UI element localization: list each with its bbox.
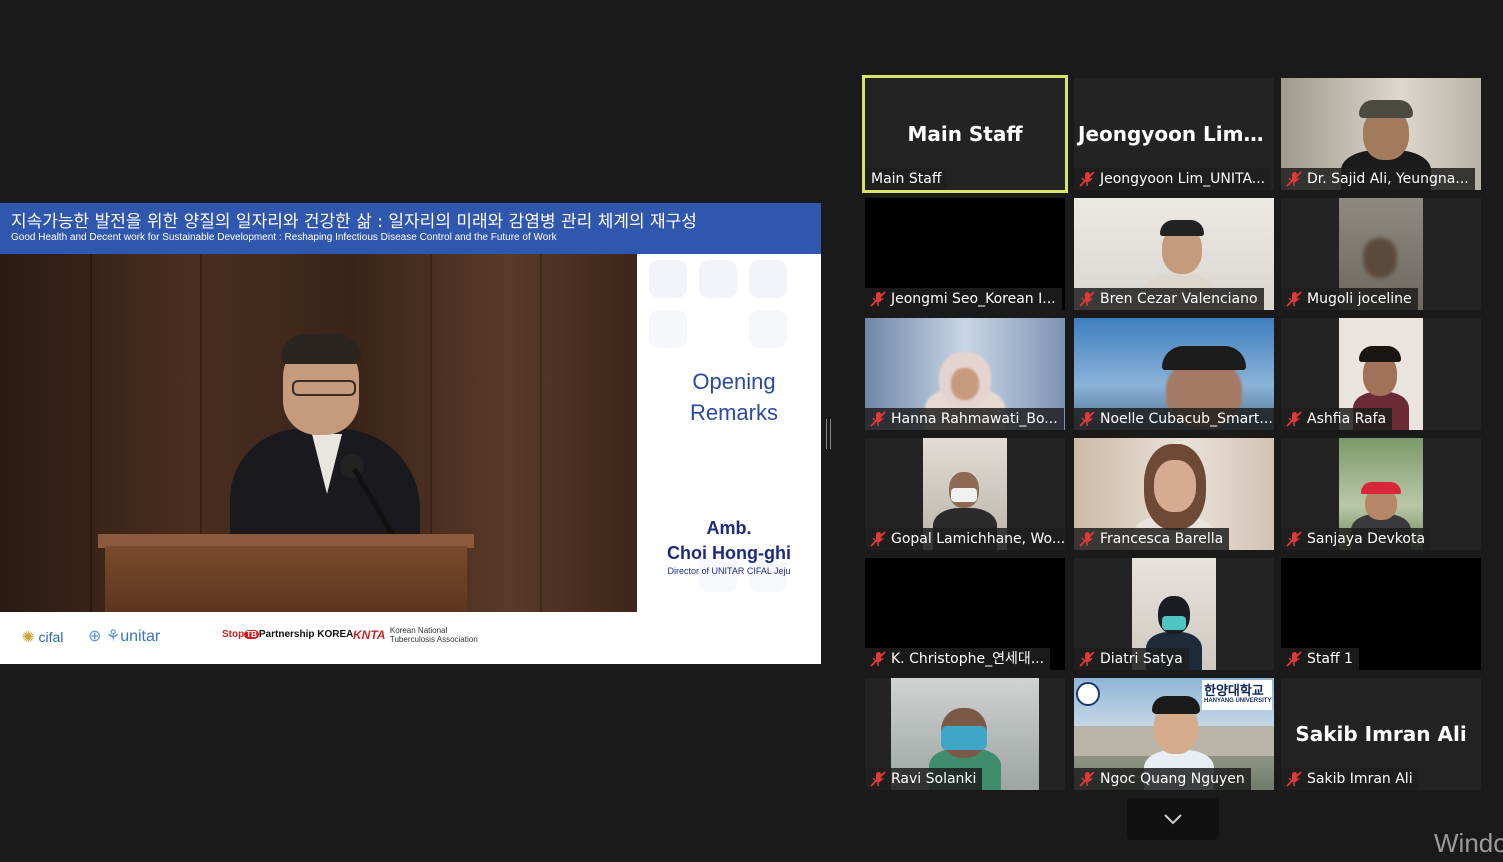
participant-nametag: Mugoli joceline — [1281, 288, 1418, 310]
participant-name: Main Staff — [871, 171, 942, 187]
podium — [105, 546, 467, 612]
participant-name: Staff 1 — [1307, 651, 1353, 667]
participant-nametag: Sakib Imran Ali — [1281, 768, 1419, 790]
participant-tile[interactable]: Ravi Solanki — [865, 678, 1065, 790]
muted-mic-icon — [869, 291, 887, 307]
participant-name: Gopal Lamichhane, Wo... — [891, 531, 1065, 547]
speaker-video — [0, 254, 637, 612]
participant-name: Ravi Solanki — [891, 771, 977, 787]
participant-nametag: Staff 1 — [1281, 648, 1359, 670]
participant-tile[interactable]: Sakib Imran Ali Sakib Imran Ali — [1281, 678, 1481, 790]
participant-tile[interactable]: Diatri Satya — [1074, 558, 1274, 670]
banner-title-korean: 지속가능한 발전을 위한 양질의 일자리와 건강한 삶 : 일자리의 미래와 감… — [11, 212, 697, 232]
slide-heading-line1: Opening — [692, 369, 776, 394]
participant-tile[interactable]: Main Staff Main Staff — [862, 75, 1068, 193]
participant-name: Noelle Cubacub_Smart... — [1100, 411, 1273, 427]
participant-name: Jeongmi Seo_Korean I... — [891, 291, 1056, 307]
participant-tile[interactable]: Jeongyoon Lim_... Jeongyoon Lim_UNITA... — [1074, 78, 1274, 190]
participant-name: Diatri Satya — [1100, 651, 1183, 667]
participant-tile[interactable]: Jeongmi Seo_Korean I... — [865, 198, 1065, 310]
participant-nametag: Ashfia Rafa — [1281, 408, 1393, 430]
kntb-logo: KNTA Korean National Tuberculosis Associ… — [353, 626, 478, 644]
gallery-expand-button[interactable] — [1127, 798, 1219, 840]
participant-name: Hanna Rahmawati_Bo... — [891, 411, 1058, 427]
windows-activation-watermark: Windo — [1434, 828, 1503, 858]
slide-banner: 지속가능한 발전을 위한 양질의 일자리와 건강한 삶 : 일자리의 미래와 감… — [0, 203, 821, 254]
participant-nametag: Ravi Solanki — [865, 768, 983, 790]
banner-title-english: Good Health and Decent work for Sustaina… — [11, 232, 557, 243]
speaker-credit: Amb. Choi Hong-ghi — [647, 516, 811, 566]
muted-mic-icon — [1285, 291, 1303, 307]
participant-nametag: Diatri Satya — [1074, 648, 1189, 670]
muted-mic-icon — [869, 771, 887, 787]
muted-mic-icon — [1078, 291, 1096, 307]
participant-name: Dr. Sajid Ali, Yeungna... — [1307, 171, 1469, 187]
participant-tile[interactable]: Noelle Cubacub_Smart... — [1074, 318, 1274, 430]
participant-name: Francesca Barella — [1100, 531, 1224, 547]
participant-nametag: K. Christophe_연세대... — [865, 648, 1051, 670]
slide-sidebar: Opening Remarks Amb. Choi Hong-ghi Direc… — [637, 254, 821, 612]
slide-heading: Opening Remarks — [667, 366, 801, 428]
shared-screen: 지속가능한 발전을 위한 양질의 일자리와 건강한 삶 : 일자리의 미래와 감… — [0, 203, 821, 664]
muted-mic-icon — [1078, 651, 1096, 667]
participant-tile[interactable]: Hanna Rahmawati_Bo... — [865, 318, 1065, 430]
muted-mic-icon — [1078, 531, 1096, 547]
participant-tile[interactable]: K. Christophe_연세대... — [865, 558, 1065, 670]
participant-nametag: Ngoc Quang Nguyen — [1074, 768, 1251, 790]
panel-resize-handle[interactable] — [826, 419, 831, 449]
participant-tile[interactable]: Dr. Sajid Ali, Yeungna... — [1281, 78, 1481, 190]
muted-mic-icon — [1078, 771, 1096, 787]
speaker-name: Choi Hong-ghi — [667, 543, 791, 563]
participant-name: Mugoli joceline — [1307, 291, 1412, 307]
participant-nametag: Hanna Rahmawati_Bo... — [865, 408, 1064, 430]
muted-mic-icon — [1078, 171, 1096, 187]
participant-tile[interactable]: Sanjaya Devkota — [1281, 438, 1481, 550]
participant-name: Jeongyoon Lim_UNITA... — [1100, 171, 1266, 187]
participant-nametag: Gopal Lamichhane, Wo... — [865, 528, 1065, 550]
muted-mic-icon — [1285, 531, 1303, 547]
participant-tile[interactable]: Mugoli joceline — [1281, 198, 1481, 310]
muted-mic-icon — [869, 411, 887, 427]
university-sign: 한양대학교 — [1204, 684, 1264, 699]
chevron-down-icon — [1163, 810, 1183, 829]
participant-name: Ashfia Rafa — [1307, 411, 1387, 427]
sponsor-logos: ✺ cifal ⊕ ⚘unitar Stop TB Partnership KORE… — [0, 612, 821, 664]
muted-mic-icon — [1078, 411, 1096, 427]
participant-nametag: Bren Cezar Valenciano — [1074, 288, 1264, 310]
participant-name: Sanjaya Devkota — [1307, 531, 1426, 547]
participant-nametag: Noelle Cubacub_Smart... — [1074, 408, 1274, 430]
participant-tile[interactable]: Staff 1 — [1281, 558, 1481, 670]
participant-nametag: Jeongyoon Lim_UNITA... — [1074, 168, 1272, 190]
muted-mic-icon — [869, 531, 887, 547]
stoptb-logo: Stop TB Partnership KOREA — [222, 629, 354, 640]
participant-name: Bren Cezar Valenciano — [1100, 291, 1258, 307]
participant-tile[interactable]: 한양대학교 HANYANG UNIVERSITY Ngoc Quang Nguy… — [1074, 678, 1274, 790]
participant-tile[interactable]: Gopal Lamichhane, Wo... — [865, 438, 1065, 550]
slide-heading-line2: Remarks — [689, 400, 778, 425]
participant-name: Sakib Imran Ali — [1307, 771, 1413, 787]
participant-nametag: Francesca Barella — [1074, 528, 1230, 550]
participant-tile[interactable]: Francesca Barella — [1074, 438, 1274, 550]
cifal-logo: ✺ cifal — [22, 629, 64, 646]
university-sign-english: HANYANG UNIVERSITY — [1204, 698, 1272, 704]
participant-tile[interactable]: Ashfia Rafa — [1281, 318, 1481, 430]
muted-mic-icon — [869, 651, 887, 667]
muted-mic-icon — [1285, 411, 1303, 427]
participant-tile[interactable]: Bren Cezar Valenciano — [1074, 198, 1274, 310]
participant-nametag: Dr. Sajid Ali, Yeungna... — [1281, 168, 1475, 190]
muted-mic-icon — [1285, 171, 1303, 187]
muted-mic-icon — [1285, 771, 1303, 787]
muted-mic-icon — [1285, 651, 1303, 667]
participant-name: K. Christophe_연세대... — [891, 651, 1045, 667]
speaker-role: Director of UNITAR CIFAL Jeju — [667, 566, 791, 576]
participant-name: Ngoc Quang Nguyen — [1100, 771, 1245, 787]
participant-nametag: Sanjaya Devkota — [1281, 528, 1432, 550]
participant-nametag: Main Staff — [865, 168, 948, 190]
participant-nametag: Jeongmi Seo_Korean I... — [865, 288, 1062, 310]
unitar-logo: ⊕ ⚘unitar — [88, 628, 161, 645]
speaker-title: Amb. — [706, 518, 752, 538]
